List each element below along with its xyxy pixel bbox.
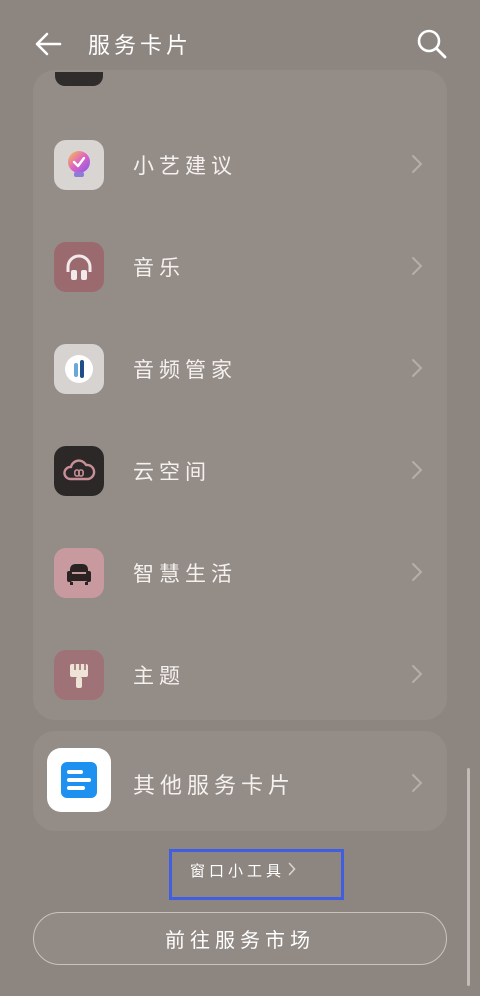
scrollbar[interactable] (467, 768, 470, 986)
list-item-theme[interactable]: 主题 (33, 624, 447, 726)
list-item-label: 云空间 (133, 460, 211, 484)
other-service-cards-label: 其他服务卡片 (133, 774, 296, 799)
chevron-right-icon (288, 862, 296, 876)
sofa-icon (54, 548, 104, 598)
list-item-audio-manager[interactable]: 音频管家 (33, 318, 447, 420)
chevron-right-icon (412, 563, 423, 581)
list-item-label: 音乐 (133, 256, 185, 280)
chevron-right-icon (412, 257, 423, 275)
chevron-right-icon (412, 774, 423, 792)
list-item-cloud-space[interactable]: 云空间 (33, 420, 447, 522)
chevron-right-icon (412, 461, 423, 479)
other-service-cards-item[interactable]: 其他服务卡片 (33, 731, 447, 831)
chevron-right-icon (412, 155, 423, 173)
cloud-icon (54, 446, 104, 496)
list-item-xiaoyi-suggestion[interactable]: 小艺建议 (33, 114, 447, 216)
arrow-left-icon[interactable] (30, 26, 66, 62)
service-card-list: 小艺建议 音乐 音频管家 云空间 智慧生活 主题 (33, 70, 447, 720)
brush-icon (54, 650, 104, 700)
page-title: 服务卡片 (88, 34, 193, 59)
xiaoyi-suggestion-icon (54, 140, 104, 190)
list-item-music[interactable]: 音乐 (33, 216, 447, 318)
window-widgets-link[interactable]: 窗口小工具 (169, 849, 344, 900)
list-item-label: 音频管家 (133, 358, 237, 382)
list-item-smart-life[interactable]: 智慧生活 (33, 522, 447, 624)
go-to-service-market-button[interactable]: 前往服务市场 (33, 912, 447, 965)
window-widgets-label: 窗口小工具 (190, 862, 286, 880)
list-item-label: 小艺建议 (133, 154, 237, 178)
partial-app-icon (55, 72, 103, 86)
chevron-right-icon (412, 665, 423, 683)
service-card-icon (47, 748, 111, 812)
headphones-icon (54, 242, 104, 292)
list-item-label: 智慧生活 (133, 562, 237, 586)
audio-manager-icon (54, 344, 104, 394)
search-icon[interactable] (414, 26, 450, 62)
chevron-right-icon (412, 359, 423, 377)
list-item-label: 主题 (133, 664, 185, 688)
go-to-service-market-label: 前往服务市场 (165, 928, 315, 952)
